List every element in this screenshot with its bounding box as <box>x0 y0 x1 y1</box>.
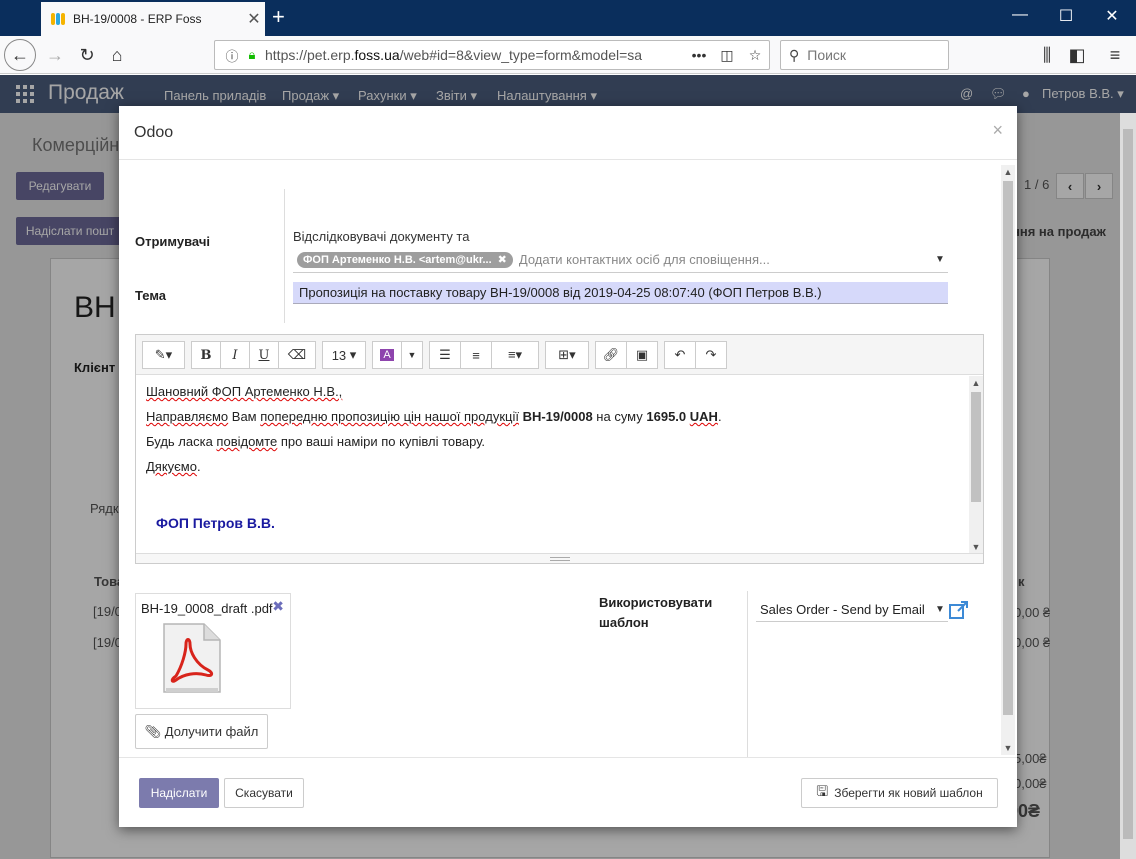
attach-file-button[interactable]: 📎︎ Долучити файл <box>135 714 268 749</box>
window-close-icon[interactable]: ✕ <box>1089 6 1135 26</box>
signature: ФОП Петров В.В. <box>156 515 275 531</box>
link-icon[interactable]: 🔗︎ <box>595 341 627 369</box>
italic-button[interactable]: I <box>220 341 250 369</box>
browser-tab[interactable]: ВН-19/0008 - ERP Foss ✕ <box>41 2 265 36</box>
recipient-tag[interactable]: ФОП Артеменко Н.В. <artem@ukr... ✖ <box>297 251 513 268</box>
remove-attachment-icon[interactable]: ✖ <box>272 598 284 615</box>
template-label: Використовувати шаблон <box>599 595 713 630</box>
style-magic-icon[interactable]: ✎▾ <box>142 341 185 369</box>
greeting: Шановний ФОП Артеменко Н.В., <box>146 384 343 399</box>
image-icon[interactable]: ▣ <box>626 341 658 369</box>
back-icon[interactable]: ← <box>4 39 36 71</box>
underline-button[interactable]: U <box>249 341 279 369</box>
menu-icon[interactable]: ≡ <box>1100 40 1130 70</box>
browser-navbar: ← → ↻ ⌂ ⓘ 🔒︎ https://pet.erp.foss.ua/web… <box>0 36 1136 74</box>
remove-tag-icon[interactable]: ✖ <box>498 253 507 266</box>
editor-content[interactable]: Шановний ФОП Артеменко Н.В., Направляємо… <box>136 376 968 554</box>
font-size-dropdown[interactable]: 13 ▾ <box>322 341 366 369</box>
attachment-card: ВН-19_0008_draft .pdf ✖ <box>135 593 291 709</box>
template-select[interactable]: Sales Order - Send by Email ▼ <box>756 598 948 622</box>
reload-icon[interactable]: ↻ <box>72 40 102 70</box>
align-dropdown-icon[interactable]: ≡▾ <box>491 341 539 369</box>
recipients-field[interactable]: ФОП Артеменко Н.В. <artem@ukr... ✖ Додат… <box>293 247 948 273</box>
text-color-icon[interactable]: A <box>372 341 402 369</box>
numbered-list-icon[interactable]: ≡ <box>460 341 492 369</box>
eraser-icon[interactable]: ⌫ <box>278 341 316 369</box>
recipients-input[interactable]: Додати контактних осіб для сповіщення... <box>519 252 932 267</box>
library-icon[interactable]: ⫼ <box>1032 40 1062 70</box>
pocket-icon[interactable]: ◫ <box>713 47 741 64</box>
cancel-button[interactable]: Скасувати <box>224 778 304 808</box>
recipients-followers-text: Відслідковувачі документу та <box>293 229 470 244</box>
editor-resize-handle[interactable] <box>136 553 983 563</box>
save-icon: 🖫 <box>816 783 829 799</box>
search-input[interactable]: ⚲ Поиск <box>780 40 949 70</box>
url-bar[interactable]: ⓘ 🔒︎ https://pet.erp.foss.ua/web#id=8&vi… <box>214 40 770 70</box>
editor-toolbar: ✎▾ B I U ⌫ 13 ▾ A ▼ ☰ ≡ ≡▾ ⊞▾ 🔗︎ ▣ ↶ ↷ <box>136 335 983 375</box>
sidebar-icon[interactable]: ◧ <box>1062 40 1092 70</box>
paperclip-icon: 📎︎ <box>144 723 165 739</box>
subject-label: Тема <box>135 288 167 303</box>
bullet-list-icon[interactable]: ☰ <box>429 341 461 369</box>
chevron-down-icon[interactable]: ▼ <box>932 254 948 265</box>
attachment-name[interactable]: ВН-19_0008_draft .pdf <box>141 601 273 616</box>
divider <box>284 189 285 323</box>
dialog-body: Отримувачі Відслідковувачі документу та … <box>119 161 1017 757</box>
table-icon[interactable]: ⊞▾ <box>545 341 589 369</box>
compose-email-dialog: Odoo × Отримувачі Відслідковувачі докуме… <box>119 106 1017 827</box>
bold-button[interactable]: B <box>191 341 221 369</box>
maximize-icon[interactable]: ☐ <box>1043 6 1089 26</box>
tab-close-icon[interactable]: ✕ <box>243 9 265 29</box>
forward-icon[interactable]: → <box>40 40 70 70</box>
recipients-label: Отримувачі <box>135 234 210 249</box>
dialog-scrollbar[interactable]: ▲ ▼ <box>1001 165 1015 755</box>
dialog-title: Odoo <box>134 124 174 141</box>
color-dropdown-icon[interactable]: ▼ <box>401 341 423 369</box>
divider <box>747 591 748 757</box>
body-line-1: Направляємо Вам попередню пропозицію цін… <box>146 409 722 424</box>
redo-icon[interactable]: ↷ <box>695 341 727 369</box>
page-scrollbar[interactable] <box>1120 113 1136 859</box>
editor-scrollbar[interactable]: ▲ ▼ <box>969 376 983 554</box>
send-button[interactable]: Надіслати <box>139 778 219 808</box>
search-icon: ⚲ <box>789 46 800 63</box>
undo-icon[interactable]: ↶ <box>664 341 696 369</box>
pdf-file-icon <box>163 623 221 693</box>
subject-input[interactable]: Пропозиція на поставку товару ВН-19/0008… <box>293 282 948 304</box>
url-text[interactable]: https://pet.erp.foss.ua/web#id=8&view_ty… <box>261 47 685 63</box>
dialog-footer: Надіслати Скасувати 🖫 Зберегти як новий … <box>119 757 1017 827</box>
browser-tabbar: ВН-19/0008 - ERP Foss ✕ + — ☐ ✕ <box>0 0 1136 36</box>
minimize-icon[interactable]: — <box>997 6 1043 24</box>
body-line-2: Будь ласка повідомте про ваші наміри по … <box>146 434 486 449</box>
page-actions-icon[interactable]: ••• <box>685 47 713 63</box>
info-icon[interactable]: ⓘ <box>221 46 243 65</box>
home-icon[interactable]: ⌂ <box>102 40 132 70</box>
new-tab-icon[interactable]: + <box>272 5 285 29</box>
close-icon[interactable]: × <box>992 120 1003 141</box>
save-as-template-button[interactable]: 🖫 Зберегти як новий шаблон <box>801 778 998 808</box>
rich-text-editor: ✎▾ B I U ⌫ 13 ▾ A ▼ ☰ ≡ ≡▾ ⊞▾ 🔗︎ ▣ ↶ ↷ Ш… <box>135 334 984 564</box>
thanks-line: Дякуємо. <box>146 459 201 474</box>
lock-icon: 🔒︎ <box>248 47 256 62</box>
chevron-down-icon[interactable]: ▼ <box>932 604 948 615</box>
dialog-header: Odoo × <box>119 106 1017 160</box>
external-link-icon[interactable] <box>949 601 969 619</box>
bookmark-star-icon[interactable]: ☆ <box>741 47 769 64</box>
tab-title: ВН-19/0008 - ERP Foss <box>73 12 202 26</box>
odoo-favicon-icon <box>51 12 65 26</box>
